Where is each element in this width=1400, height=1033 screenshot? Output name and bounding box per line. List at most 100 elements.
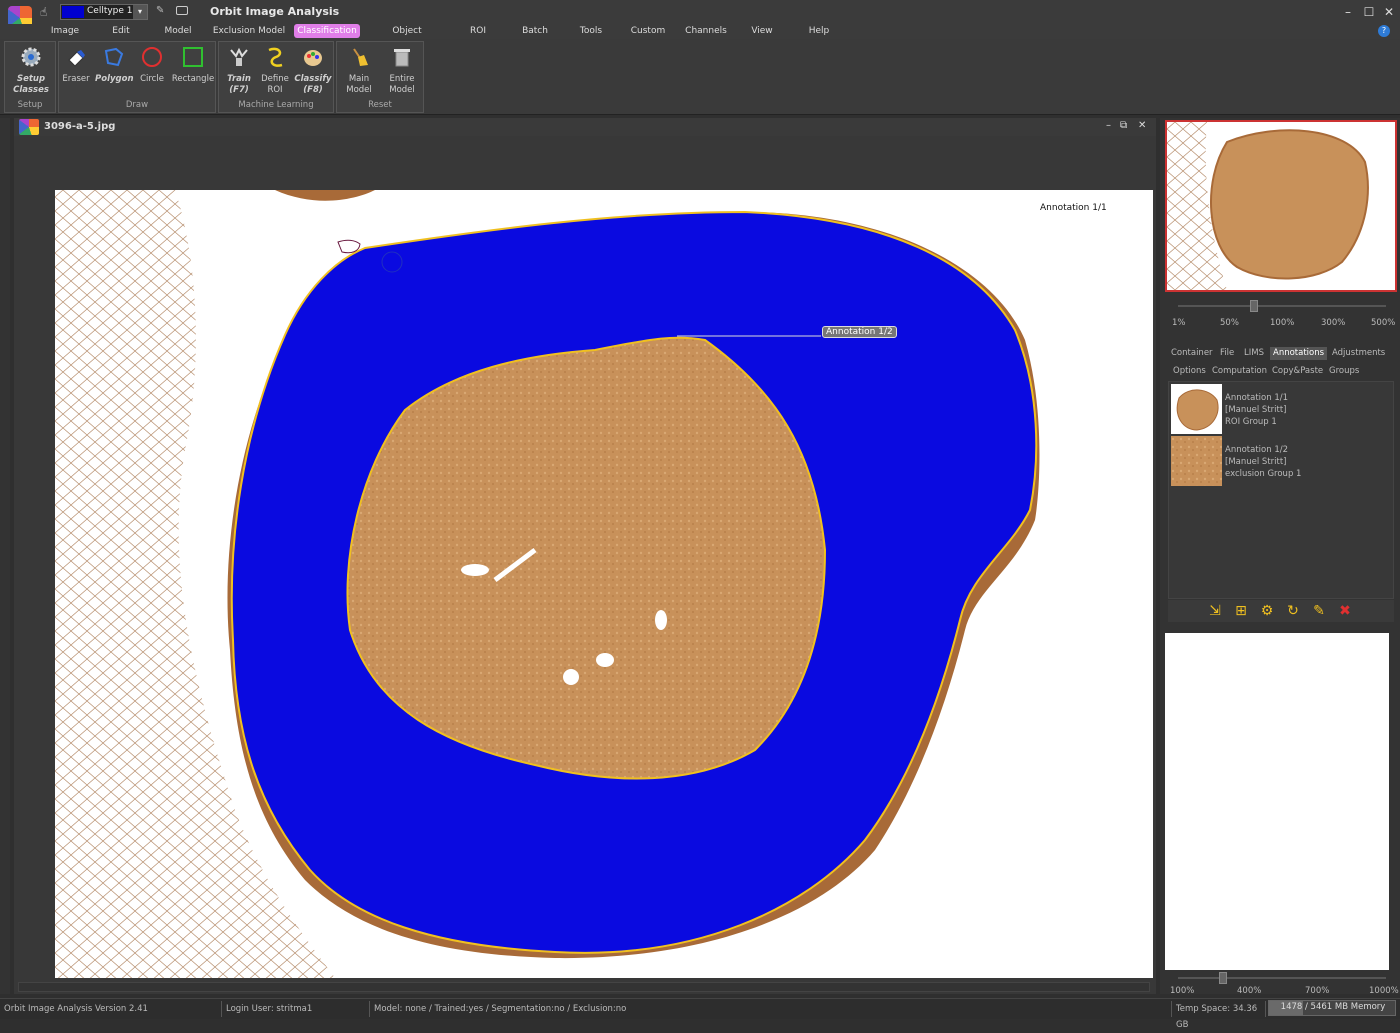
- delete-icon[interactable]: ✖: [1336, 602, 1354, 620]
- status-model: Model: none / Trained:yes / Segmentation…: [370, 1001, 1172, 1017]
- main-model-button[interactable]: Main Model: [341, 46, 377, 96]
- menu-image[interactable]: Image: [48, 24, 82, 38]
- train-button[interactable]: Train (F7): [221, 46, 257, 96]
- entire-model-label: Entire Model: [389, 74, 415, 95]
- zoom-tick: 700%: [1305, 986, 1330, 996]
- zoom-slider-secondary[interactable]: [1178, 977, 1386, 979]
- annotation-list: Annotation 1/1 [Manuel Stritt] ROI Group…: [1168, 381, 1394, 599]
- ribbon-group-setup: Setup Classes Setup: [4, 41, 56, 113]
- edit-icon[interactable]: ✎: [1310, 602, 1328, 620]
- tab-adjustments[interactable]: Adjustments: [1332, 347, 1385, 360]
- gear-icon: [21, 47, 41, 67]
- menu-exclusion-model[interactable]: Exclusion Model: [212, 24, 286, 38]
- zoom-tick: 500%: [1371, 318, 1396, 328]
- horizontal-scrollbar[interactable]: [18, 982, 1150, 992]
- zoom-slider-secondary-handle[interactable]: [1219, 972, 1227, 984]
- classify-button[interactable]: Classify (F8): [293, 46, 333, 96]
- zoom-tick: 1%: [1172, 318, 1186, 328]
- ribbon-group-reset: Main Model Entire Model Reset: [336, 41, 424, 113]
- annotation-item[interactable]: Annotation 1/2 [Manuel Stritt] exclusion…: [1171, 436, 1391, 486]
- subtab-groups[interactable]: Groups: [1329, 366, 1359, 376]
- group-label-machine-learning: Machine Learning: [238, 100, 314, 110]
- zoom-tick: 100%: [1170, 986, 1195, 996]
- circle-button[interactable]: Circle: [137, 46, 167, 85]
- annotation-label-1: Annotation 1/1: [1040, 203, 1107, 213]
- menu-batch[interactable]: Batch: [518, 24, 552, 38]
- hand-icon[interactable]: ☝: [40, 5, 47, 19]
- annotation-group: exclusion Group 1: [1225, 469, 1302, 479]
- broom-icon: [353, 48, 368, 66]
- import-annotation-icon[interactable]: ⇲: [1206, 602, 1224, 620]
- rectangle-button[interactable]: Rectangle: [171, 46, 215, 85]
- eraser-button[interactable]: Eraser: [61, 46, 91, 85]
- annotation-toolbar: ⇲ ⊞ ⚙ ↻ ✎ ✖: [1168, 600, 1394, 622]
- subtab-options[interactable]: Options: [1173, 366, 1206, 376]
- polygon-button[interactable]: Polygon: [95, 46, 134, 85]
- tab-container[interactable]: Container: [1171, 347, 1213, 360]
- overview-thumbnail[interactable]: [1165, 120, 1397, 292]
- tissue-fragment: [275, 190, 375, 201]
- doc-restore-icon[interactable]: ⧉: [1120, 120, 1127, 131]
- settings-icon[interactable]: ⚙: [1258, 602, 1276, 620]
- refresh-icon[interactable]: ↻: [1284, 602, 1302, 620]
- left-dock-handle[interactable]: [0, 118, 10, 994]
- annotation-label-2: Annotation 1/2: [822, 326, 897, 338]
- doc-close-icon[interactable]: ✕: [1138, 120, 1146, 131]
- chevron-down-icon[interactable]: ▾: [133, 5, 147, 19]
- setup-classes-button[interactable]: Setup Classes: [9, 46, 53, 96]
- annotation-user: [Manuel Stritt]: [1225, 457, 1287, 467]
- polygon-icon: [104, 47, 124, 67]
- maximize-icon[interactable]: ☐: [1361, 4, 1377, 20]
- annotation-group: ROI Group 1: [1225, 417, 1277, 427]
- menu-tools[interactable]: Tools: [574, 24, 608, 38]
- subtab-copy-paste[interactable]: Copy&Paste: [1272, 366, 1323, 376]
- exclusion-annotation-2[interactable]: [346, 336, 827, 780]
- title-bar: ☝ Celltype 1 ▾ ✎ Orbit Image Analysis – …: [0, 0, 1400, 30]
- entire-model-button[interactable]: Entire Model: [383, 46, 421, 96]
- close-icon[interactable]: ✕: [1381, 4, 1397, 20]
- menu-view[interactable]: View: [748, 24, 776, 38]
- annotation-details: Annotation 1/2 [Manuel Stritt] exclusion…: [1225, 444, 1301, 480]
- menu-custom[interactable]: Custom: [628, 24, 668, 38]
- define-roi-button[interactable]: Define ROI: [257, 46, 293, 96]
- tab-file[interactable]: File: [1220, 347, 1234, 360]
- status-bar: Orbit Image Analysis Version 2.41 Login …: [0, 998, 1400, 1030]
- eraser-icon: [68, 50, 85, 67]
- image-canvas[interactable]: [55, 190, 1153, 978]
- menu-edit[interactable]: Edit: [106, 24, 136, 38]
- polygon-label: Polygon: [95, 74, 134, 84]
- zoom-slider-handle[interactable]: [1250, 300, 1258, 312]
- menu-roi[interactable]: ROI: [464, 24, 492, 38]
- annotation-user: [Manuel Stritt]: [1225, 405, 1287, 415]
- subtab-computation[interactable]: Computation: [1212, 366, 1267, 376]
- app-title: Orbit Image Analysis: [210, 5, 340, 18]
- image-icon: [19, 119, 39, 135]
- tab-lims[interactable]: LIMS: [1244, 347, 1264, 360]
- document-title: 3096-a-5.jpg: [44, 121, 116, 132]
- train-icon: [230, 47, 248, 66]
- menu-channels[interactable]: Channels: [684, 24, 728, 38]
- circle-icon: [142, 47, 162, 67]
- menu-object-detection[interactable]: Object Detection: [370, 24, 444, 50]
- doc-minimize-icon[interactable]: –: [1106, 120, 1111, 131]
- menu-help[interactable]: Help: [804, 24, 834, 38]
- zoom-slider[interactable]: [1178, 305, 1386, 307]
- train-label: Train (F7): [227, 74, 251, 95]
- memory-label: 1478 / 5461 MB Memory: [1280, 1002, 1386, 1012]
- zoom-tick: 100%: [1270, 318, 1295, 328]
- celltype-select[interactable]: Celltype 1 ▾: [60, 4, 148, 20]
- pin-icon[interactable]: ✎: [156, 5, 164, 16]
- menu-classification[interactable]: Classification: [294, 24, 360, 38]
- tab-annotations[interactable]: Annotations: [1270, 347, 1328, 360]
- annotation-item[interactable]: Annotation 1/1 [Manuel Stritt] ROI Group…: [1171, 384, 1391, 434]
- menu-model[interactable]: Model: [160, 24, 196, 38]
- rectangle-label: Rectangle: [171, 74, 215, 84]
- help-icon[interactable]: ?: [1378, 25, 1390, 37]
- annotation-name: Annotation 1/1: [1225, 393, 1288, 403]
- circle-label: Circle: [140, 74, 164, 84]
- add-annotation-icon[interactable]: ⊞: [1232, 602, 1250, 620]
- minimize-icon[interactable]: –: [1340, 4, 1356, 20]
- keyboard-icon[interactable]: [176, 6, 188, 15]
- ribbon-group-draw: Eraser Polygon Circle Rectangle Draw: [58, 41, 216, 113]
- classify-label: Classify (F8): [294, 74, 332, 95]
